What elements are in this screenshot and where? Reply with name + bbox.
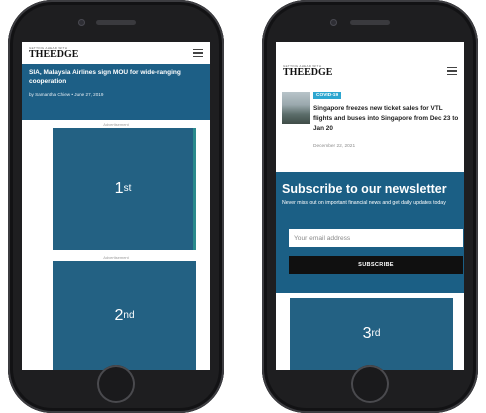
phone-right: GETTING AHEAD WITH THEEDGE COVID-19 Sing… <box>262 0 478 413</box>
ad-label: Advertisement <box>103 255 129 260</box>
home-button[interactable] <box>351 365 389 403</box>
phone-screen-left: GETTING AHEAD WITH THEEDGE SIA, Malaysia… <box>22 42 210 370</box>
site-header: GETTING AHEAD WITH THEEDGE <box>276 60 464 82</box>
ad-slot-1st[interactable]: 1st <box>53 128 193 250</box>
email-input[interactable] <box>289 229 463 247</box>
ad-label: Advertisement <box>103 122 129 127</box>
news-headline[interactable]: Singapore freezes new ticket sales for V… <box>313 104 460 134</box>
phone-left: GETTING AHEAD WITH THEEDGE SIA, Malaysia… <box>8 0 224 413</box>
site-header: GETTING AHEAD WITH THEEDGE <box>22 42 210 64</box>
article-title[interactable]: SIA, Malaysia Airlines sign MOU for wide… <box>29 68 203 87</box>
article-byline: by Samantha Chiew • June 27, 2019 <box>29 91 104 97</box>
newsletter-description: Never miss out on important financial ne… <box>282 200 446 206</box>
newsletter-title: Subscribe to our newsletter <box>282 182 447 196</box>
speaker-grille <box>350 20 390 25</box>
mockup-stage: GETTING AHEAD WITH THEEDGE SIA, Malaysia… <box>0 0 486 413</box>
hamburger-menu-icon[interactable] <box>447 67 457 75</box>
newsletter-panel: Subscribe to our newsletter Never miss o… <box>276 172 464 293</box>
article-banner: SIA, Malaysia Airlines sign MOU for wide… <box>22 64 210 120</box>
ad-number: 2 <box>114 306 124 324</box>
speaker-grille <box>96 20 136 25</box>
logo-name: THEEDGE <box>283 66 333 78</box>
category-badge[interactable]: COVID-19 <box>313 92 342 99</box>
subscribe-button[interactable]: SUBSCRIBE <box>289 256 463 274</box>
site-logo[interactable]: GETTING AHEAD WITH THEEDGE <box>283 64 333 78</box>
site-logo[interactable]: GETTING AHEAD WITH THEEDGE <box>29 46 79 60</box>
ad-number: 3 <box>362 325 372 342</box>
phone-screen-right: GETTING AHEAD WITH THEEDGE COVID-19 Sing… <box>276 42 464 370</box>
camera-icon <box>330 19 337 26</box>
ad-edge-accent <box>193 128 196 250</box>
ad-slot-2nd[interactable]: 2nd <box>53 261 196 370</box>
news-thumbnail[interactable] <box>282 92 310 124</box>
camera-icon <box>78 19 85 26</box>
home-button[interactable] <box>97 365 135 403</box>
logo-name: THEEDGE <box>29 48 79 60</box>
news-date: December 22, 2021 <box>313 144 356 149</box>
hamburger-menu-icon[interactable] <box>193 49 203 57</box>
news-item[interactable]: COVID-19 Singapore freezes new ticket sa… <box>282 88 460 152</box>
ad-number: 1 <box>114 180 124 197</box>
ad-slot-3rd[interactable]: 3rd <box>290 298 453 370</box>
